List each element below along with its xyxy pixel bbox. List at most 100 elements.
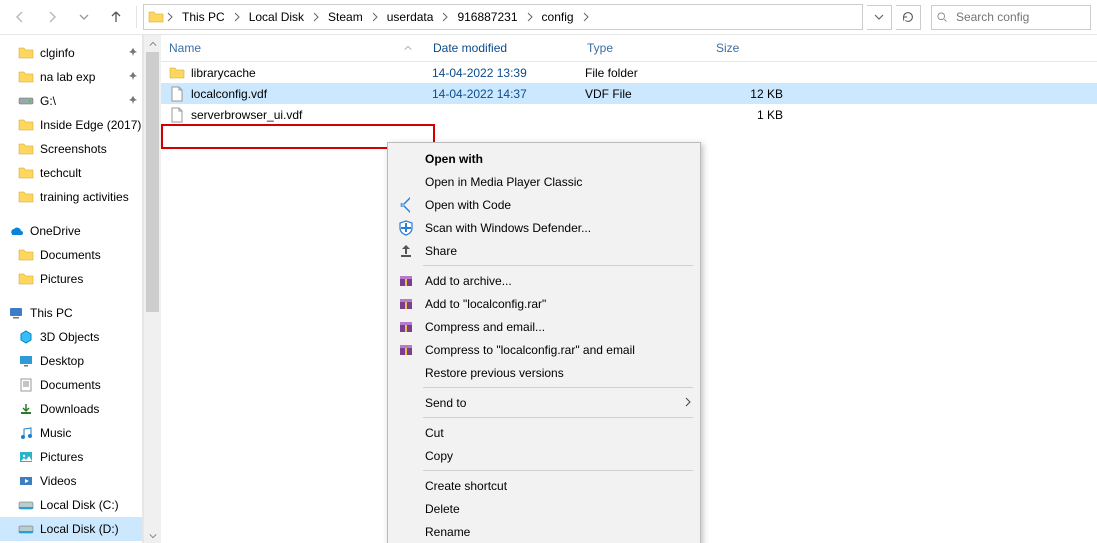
- menu-item[interactable]: Send to: [391, 391, 697, 414]
- sidebar-item-label: This PC: [30, 306, 73, 320]
- navigation-pane: clginfona lab exp G:\ Inside Edge (2017)Sc…: [0, 35, 143, 543]
- breadcrumb-segment[interactable]: This PC: [176, 5, 231, 29]
- menu-item[interactable]: Cut: [391, 421, 697, 444]
- disk-icon: [18, 497, 34, 513]
- menu-item[interactable]: Compress to "localconfig.rar" and email: [391, 338, 697, 361]
- sidebar-item[interactable]: na lab exp: [0, 65, 142, 89]
- menu-separator: [423, 470, 693, 471]
- menu-item[interactable]: Copy: [391, 444, 697, 467]
- scroll-thumb[interactable]: [146, 52, 159, 312]
- sidebar-item[interactable]: Pictures: [0, 445, 142, 469]
- menu-item[interactable]: Scan with Windows Defender...: [391, 216, 697, 239]
- disk-icon: [18, 521, 34, 537]
- column-size[interactable]: Size: [708, 35, 787, 61]
- menu-item[interactable]: Rename: [391, 520, 697, 543]
- file-size: 1 KB: [757, 108, 783, 122]
- table-row[interactable]: librarycache14-04-2022 13:39File folder: [161, 62, 1097, 83]
- menu-item-label: Rename: [425, 525, 697, 539]
- breadcrumb-segment[interactable]: config: [536, 5, 580, 29]
- sidebar-item[interactable]: Local Disk (D:): [0, 517, 142, 541]
- scroll-up-icon[interactable]: [144, 35, 161, 52]
- nav-scrollbar[interactable]: [143, 35, 161, 543]
- menu-item[interactable]: Share: [391, 239, 697, 262]
- file-date: 14-04-2022 14:37: [432, 87, 527, 101]
- scroll-down-icon[interactable]: [144, 527, 161, 543]
- sidebar-item[interactable]: Pictures: [0, 267, 142, 291]
- pin-icon: [128, 70, 138, 84]
- share-icon: [395, 243, 417, 259]
- sidebar-item-label: G:\: [40, 94, 56, 108]
- menu-item-label: Restore previous versions: [425, 366, 697, 380]
- menu-item-label: Add to archive...: [425, 274, 697, 288]
- sidebar-item-onedrive[interactable]: OneDrive: [0, 219, 142, 243]
- sidebar-item[interactable]: training activities: [0, 185, 142, 209]
- column-type[interactable]: Type: [579, 35, 708, 61]
- sidebar-item[interactable]: G:\: [0, 89, 142, 113]
- sidebar-item[interactable]: clginfo: [0, 41, 142, 65]
- menu-item[interactable]: Add to archive...: [391, 269, 697, 292]
- breadcrumb-segment[interactable]: userdata: [381, 5, 440, 29]
- address-bar[interactable]: This PC Local Disk Steam userdata 916887231 c…: [143, 4, 863, 30]
- column-date[interactable]: Date modified: [425, 35, 579, 61]
- menu-item[interactable]: Add to "localconfig.rar": [391, 292, 697, 315]
- table-row[interactable]: serverbrowser_ui.vdf1 KB: [161, 104, 1097, 125]
- nav-history-button[interactable]: [70, 3, 98, 31]
- sidebar-item-label: Desktop: [40, 354, 84, 368]
- menu-item[interactable]: Delete: [391, 497, 697, 520]
- menu-item[interactable]: Create shortcut: [391, 474, 697, 497]
- column-date-label: Date modified: [433, 41, 507, 55]
- menu-item[interactable]: Open with Code: [391, 193, 697, 216]
- sidebar-item-label: Music: [40, 426, 71, 440]
- chevron-right-icon: [582, 5, 590, 29]
- sidebar-item-thispc[interactable]: This PC: [0, 301, 142, 325]
- menu-item-label: Cut: [425, 426, 697, 440]
- sort-indicator-icon: [404, 41, 412, 55]
- winrar-icon: [395, 319, 417, 335]
- menu-item[interactable]: Open with: [391, 147, 697, 170]
- sidebar-item[interactable]: Documents: [0, 243, 142, 267]
- sidebar-item[interactable]: Videos: [0, 469, 142, 493]
- lib-videos-icon: [18, 473, 34, 489]
- menu-separator: [423, 417, 693, 418]
- column-name[interactable]: Name: [161, 35, 425, 61]
- file-size: 12 KB: [750, 87, 783, 101]
- file-name: librarycache: [191, 66, 256, 80]
- nav-up-button[interactable]: [102, 3, 130, 31]
- menu-item-label: Compress and email...: [425, 320, 697, 334]
- breadcrumb-segment[interactable]: 916887231: [451, 5, 523, 29]
- sidebar-item[interactable]: Screenshots: [0, 137, 142, 161]
- nav-back-button[interactable]: [6, 3, 34, 31]
- folder-icon: [18, 69, 34, 85]
- sidebar-item[interactable]: Music: [0, 421, 142, 445]
- drive-icon: [18, 93, 34, 109]
- nav-forward-button[interactable]: [38, 3, 66, 31]
- menu-item[interactable]: Compress and email...: [391, 315, 697, 338]
- sidebar-item[interactable]: Local Disk (C:): [0, 493, 142, 517]
- menu-item[interactable]: Restore previous versions: [391, 361, 697, 384]
- sidebar-item-label: Pictures: [40, 450, 83, 464]
- menu-item-label: Delete: [425, 502, 697, 516]
- folder-icon: [169, 65, 185, 81]
- sidebar-item[interactable]: techcult: [0, 161, 142, 185]
- chevron-right-icon: [526, 5, 534, 29]
- winrar-icon: [395, 296, 417, 312]
- table-row[interactable]: localconfig.vdf14-04-2022 14:37VDF File1…: [161, 83, 1097, 104]
- toolbar-separator: [136, 6, 137, 28]
- winrar-icon: [395, 273, 417, 289]
- folder-icon: [18, 45, 34, 61]
- submenu-arrow-icon: [679, 396, 697, 410]
- refresh-button[interactable]: [896, 5, 921, 30]
- menu-item[interactable]: Open in Media Player Classic: [391, 170, 697, 193]
- sidebar-item[interactable]: Downloads: [0, 397, 142, 421]
- sidebar-item[interactable]: Documents: [0, 373, 142, 397]
- search-box[interactable]: [931, 5, 1091, 30]
- search-input[interactable]: [954, 9, 1086, 25]
- sidebar-item[interactable]: Desktop: [0, 349, 142, 373]
- breadcrumb-segment[interactable]: Local Disk: [243, 5, 310, 29]
- address-dropdown-button[interactable]: [867, 5, 892, 30]
- sidebar-item[interactable]: Inside Edge (2017): [0, 113, 142, 137]
- breadcrumb-segment[interactable]: Steam: [322, 5, 369, 29]
- sidebar-item-label: Documents: [40, 378, 101, 392]
- chevron-right-icon: [312, 5, 320, 29]
- sidebar-item[interactable]: 3D Objects: [0, 325, 142, 349]
